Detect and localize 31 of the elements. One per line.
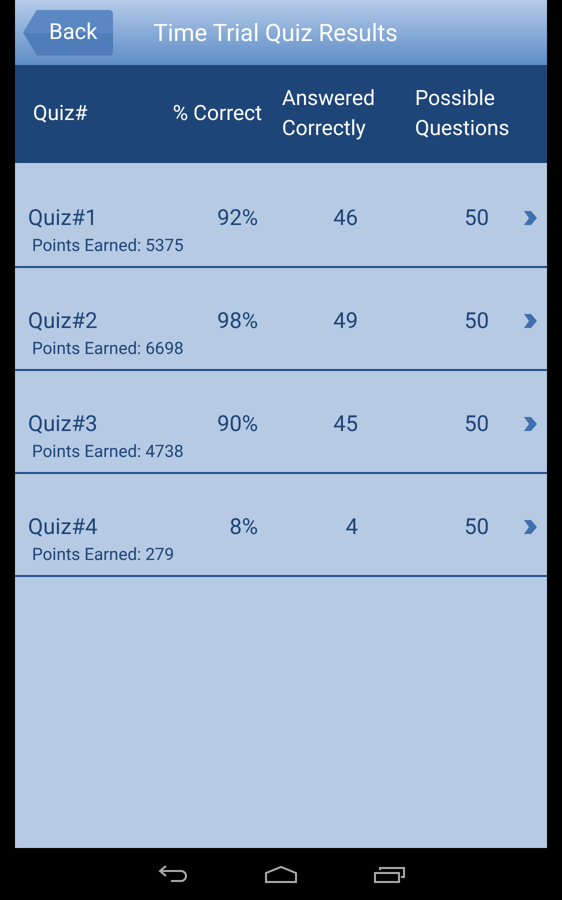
answered-count: 4 (344, 514, 358, 540)
points-earned: Points Earned: 4738 (31, 442, 184, 462)
answered-count: 49 (332, 308, 358, 334)
column-header: Quiz# (32, 101, 88, 128)
quiz-name: Quiz#4 (27, 514, 98, 540)
possible-count: 50 (463, 412, 489, 436)
quiz-name: Quiz#2 (27, 308, 98, 334)
column-header: % Correct (172, 101, 263, 128)
points-earned: Points Earned: 279 (31, 545, 174, 565)
quiz-name: Quiz#3 (27, 412, 98, 436)
back-button[interactable]: Back (23, 10, 114, 56)
percent-correct: 92% (216, 206, 258, 230)
percent-correct: 90% (216, 412, 258, 436)
chevron-right-icon[interactable] (522, 519, 538, 535)
possible-count: 50 (463, 514, 489, 540)
answered-count: 46 (332, 206, 358, 230)
screen-title: Time Trial Quiz Results (153, 18, 398, 46)
quiz-name: Quiz#1 (27, 206, 98, 230)
possible-count: 50 (463, 308, 489, 334)
home-icon[interactable] (264, 863, 298, 885)
percent-correct: 98% (216, 308, 258, 334)
points-earned: Points Earned: 5375 (31, 236, 184, 256)
percent-correct: 8% (228, 514, 258, 540)
column-header: Answered Correctly (282, 86, 376, 143)
chevron-right-icon[interactable] (522, 210, 538, 226)
answered-count: 45 (332, 412, 358, 436)
column-header: Possible Questions (415, 86, 510, 143)
chevron-right-icon[interactable] (522, 313, 538, 329)
possible-count: 50 (463, 206, 489, 230)
points-earned: Points Earned: 6698 (31, 339, 184, 359)
chevron-right-icon[interactable] (522, 416, 538, 432)
